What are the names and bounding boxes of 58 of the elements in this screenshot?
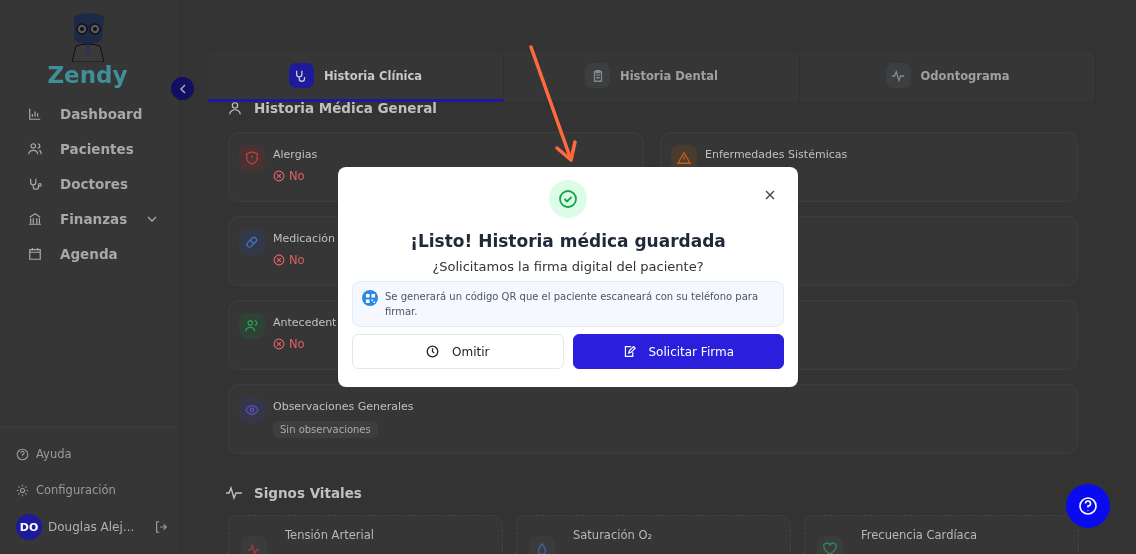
users-icon <box>239 313 265 339</box>
card-title: Antecedent <box>273 316 337 329</box>
help-icon <box>16 447 29 461</box>
tab[interactable]: Odontograma <box>800 52 1096 102</box>
help-icon <box>1078 496 1098 516</box>
status-value: No <box>273 253 305 267</box>
nav-item[interactable]: Pacientes <box>28 131 163 166</box>
help-button[interactable] <box>1066 484 1110 528</box>
settings-icon <box>16 483 29 497</box>
collapse-button[interactable] <box>171 77 194 100</box>
bank-icon <box>28 211 42 226</box>
sidebar-link[interactable]: Configuración <box>16 472 179 508</box>
close-button[interactable] <box>764 189 776 201</box>
logout-icon[interactable] <box>154 520 169 534</box>
user-avatar: DO <box>16 514 42 540</box>
nav-item[interactable]: Doctores <box>28 166 163 201</box>
shield-icon <box>239 145 265 171</box>
section-title: Historia Médica General <box>254 100 437 116</box>
info-text: Se generará un código QR que el paciente escaneará con su teléfono para firmar. <box>385 290 760 319</box>
pulse-icon <box>226 486 242 500</box>
calendar-icon <box>28 246 42 261</box>
nav-item[interactable]: Finanzas <box>28 201 163 236</box>
edit-icon <box>622 345 636 358</box>
status-value: No <box>273 169 305 183</box>
nav-item[interactable]: Dashboard <box>28 96 163 131</box>
dialog-question: ¿Solicitamos la firma digital del paciente? <box>432 259 704 274</box>
tab[interactable]: Historia Dental <box>504 52 800 102</box>
clock-icon <box>426 345 439 358</box>
tab[interactable]: Historia Clínica <box>208 52 504 102</box>
pill-icon <box>239 229 265 255</box>
eye-icon <box>239 397 265 423</box>
qr-code-icon <box>362 290 378 306</box>
request-signature-button[interactable]: Solicitar Firma <box>572 334 784 369</box>
card-title: Enfermedades Sistémicas <box>705 148 848 161</box>
stethoscope-icon <box>28 176 42 191</box>
card-title: Medicación <box>273 232 335 245</box>
vital-label: Saturación O₂ <box>573 528 653 544</box>
dialog-title: ¡Listo! Historia médica guardada <box>410 231 726 251</box>
logo-text: Zendy <box>47 62 128 88</box>
tab-icon <box>885 63 911 88</box>
vital-label: Tensión Arterial <box>285 528 374 544</box>
nav-item[interactable]: Agenda <box>28 236 163 271</box>
user-icon <box>228 101 242 115</box>
skip-button[interactable]: Omitir <box>352 334 564 369</box>
card-title: Alergias <box>273 148 318 161</box>
card-title: Observaciones Generales <box>273 400 414 413</box>
section-title: Signos Vitales <box>254 485 362 501</box>
success-check-icon <box>549 180 587 218</box>
tab-icon <box>585 63 611 88</box>
vital-label: Frecuencia Cardíaca <box>861 528 978 544</box>
tab-icon <box>288 63 314 88</box>
status-value: No <box>273 337 305 351</box>
observation-badge: Sin observaciones <box>273 421 378 438</box>
users-icon <box>28 141 42 156</box>
user-name: Douglas Alej... <box>48 520 135 534</box>
sidebar-link[interactable]: Ayuda <box>16 436 179 472</box>
chart-icon <box>28 106 42 121</box>
chevron-left-icon <box>178 83 187 94</box>
